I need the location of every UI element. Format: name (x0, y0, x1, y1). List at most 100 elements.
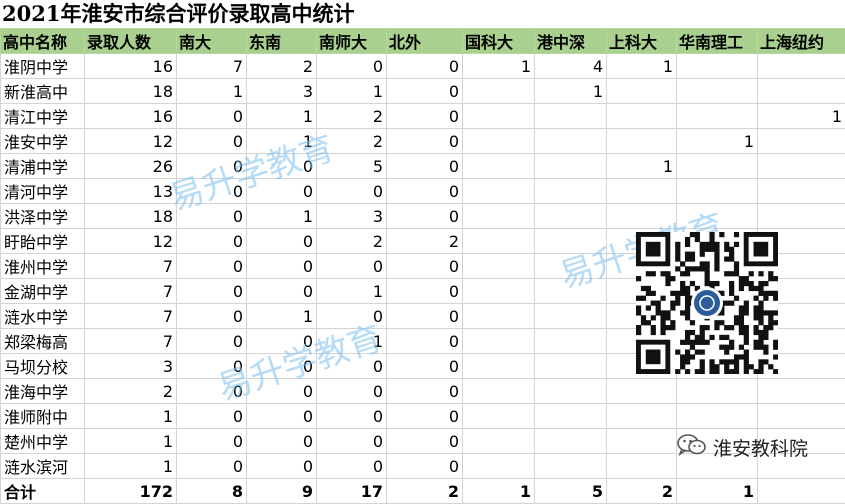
count-cell (535, 379, 607, 404)
count-cell (463, 179, 535, 204)
count-cell: 0 (387, 454, 463, 479)
count-cell: 0 (387, 354, 463, 379)
count-cell (463, 304, 535, 329)
count-cell (607, 404, 677, 429)
count-cell: 0 (177, 229, 247, 254)
count-cell: 7 (85, 304, 177, 329)
count-cell: 0 (387, 129, 463, 154)
count-cell: 0 (317, 379, 387, 404)
column-header: 北外 (387, 29, 463, 54)
count-cell (677, 104, 758, 129)
count-cell (463, 79, 535, 104)
school-name-cell: 淮海中学 (1, 379, 85, 404)
count-cell: 0 (387, 179, 463, 204)
count-cell: 1 (247, 129, 317, 154)
count-cell (535, 229, 607, 254)
count-cell: 0 (317, 179, 387, 204)
count-cell: 12 (85, 129, 177, 154)
count-cell: 0 (247, 229, 317, 254)
count-cell: 2 (317, 129, 387, 154)
count-cell: 0 (177, 154, 247, 179)
count-cell (535, 254, 607, 279)
count-cell: 0 (317, 254, 387, 279)
count-cell: 1 (677, 129, 758, 154)
column-header: 上科大 (607, 29, 677, 54)
count-cell (535, 404, 607, 429)
table-row: 清河中学130000 (1, 179, 845, 204)
count-cell (607, 104, 677, 129)
total-count-cell: 1 (677, 479, 758, 504)
count-cell: 0 (247, 254, 317, 279)
count-cell (463, 379, 535, 404)
count-cell: 2 (247, 54, 317, 79)
table-row: 清浦中学2600501 (1, 154, 845, 179)
count-cell (535, 454, 607, 479)
column-header: 东南 (247, 29, 317, 54)
count-cell (463, 329, 535, 354)
count-cell: 0 (247, 429, 317, 454)
count-cell (607, 79, 677, 104)
count-cell: 1 (247, 204, 317, 229)
school-name-cell: 淮阴中学 (1, 54, 85, 79)
total-count-cell: 8 (177, 479, 247, 504)
count-cell: 0 (247, 154, 317, 179)
column-header: 上海纽约 (758, 29, 845, 54)
count-cell: 1 (177, 79, 247, 104)
count-cell (463, 454, 535, 479)
column-header: 高中名称 (1, 29, 85, 54)
count-cell: 2 (387, 229, 463, 254)
count-cell: 0 (387, 54, 463, 79)
count-cell: 0 (387, 329, 463, 354)
count-cell: 0 (177, 304, 247, 329)
count-cell: 0 (177, 429, 247, 454)
count-cell: 0 (247, 329, 317, 354)
column-header: 南大 (177, 29, 247, 54)
count-cell: 0 (177, 104, 247, 129)
count-cell (758, 54, 845, 79)
brand-name: 淮安教科院 (713, 434, 808, 461)
count-cell: 2 (85, 379, 177, 404)
count-cell: 0 (177, 179, 247, 204)
count-cell (758, 379, 845, 404)
count-cell: 0 (387, 254, 463, 279)
count-cell (677, 79, 758, 104)
count-cell: 1 (247, 104, 317, 129)
school-name-cell: 清浦中学 (1, 154, 85, 179)
count-cell: 0 (177, 329, 247, 354)
count-cell (463, 279, 535, 304)
total-count-cell (758, 479, 845, 504)
count-cell (463, 354, 535, 379)
count-cell: 7 (85, 329, 177, 354)
count-cell: 1 (85, 454, 177, 479)
count-cell (758, 79, 845, 104)
table-row: 淮安中学1201201 (1, 129, 845, 154)
count-cell: 1 (85, 429, 177, 454)
count-cell: 0 (247, 404, 317, 429)
count-cell: 4 (535, 54, 607, 79)
table-row: 洪泽中学180130 (1, 204, 845, 229)
count-cell (607, 204, 677, 229)
school-name-cell: 郑梁梅高 (1, 329, 85, 354)
count-cell (535, 354, 607, 379)
count-cell: 1 (758, 104, 845, 129)
count-cell (677, 54, 758, 79)
count-cell (677, 379, 758, 404)
total-count-cell: 17 (317, 479, 387, 504)
total-count-cell: 2 (387, 479, 463, 504)
count-cell (677, 204, 758, 229)
count-cell (463, 154, 535, 179)
count-cell: 0 (177, 254, 247, 279)
count-cell: 0 (177, 354, 247, 379)
count-cell: 1 (85, 404, 177, 429)
school-name-cell: 盱眙中学 (1, 229, 85, 254)
count-cell (535, 129, 607, 154)
count-cell (463, 129, 535, 154)
count-cell: 0 (387, 379, 463, 404)
count-cell: 0 (387, 79, 463, 104)
count-cell (535, 329, 607, 354)
count-cell: 0 (247, 279, 317, 304)
count-cell (758, 129, 845, 154)
count-cell: 13 (85, 179, 177, 204)
count-cell: 7 (177, 54, 247, 79)
count-cell (463, 204, 535, 229)
